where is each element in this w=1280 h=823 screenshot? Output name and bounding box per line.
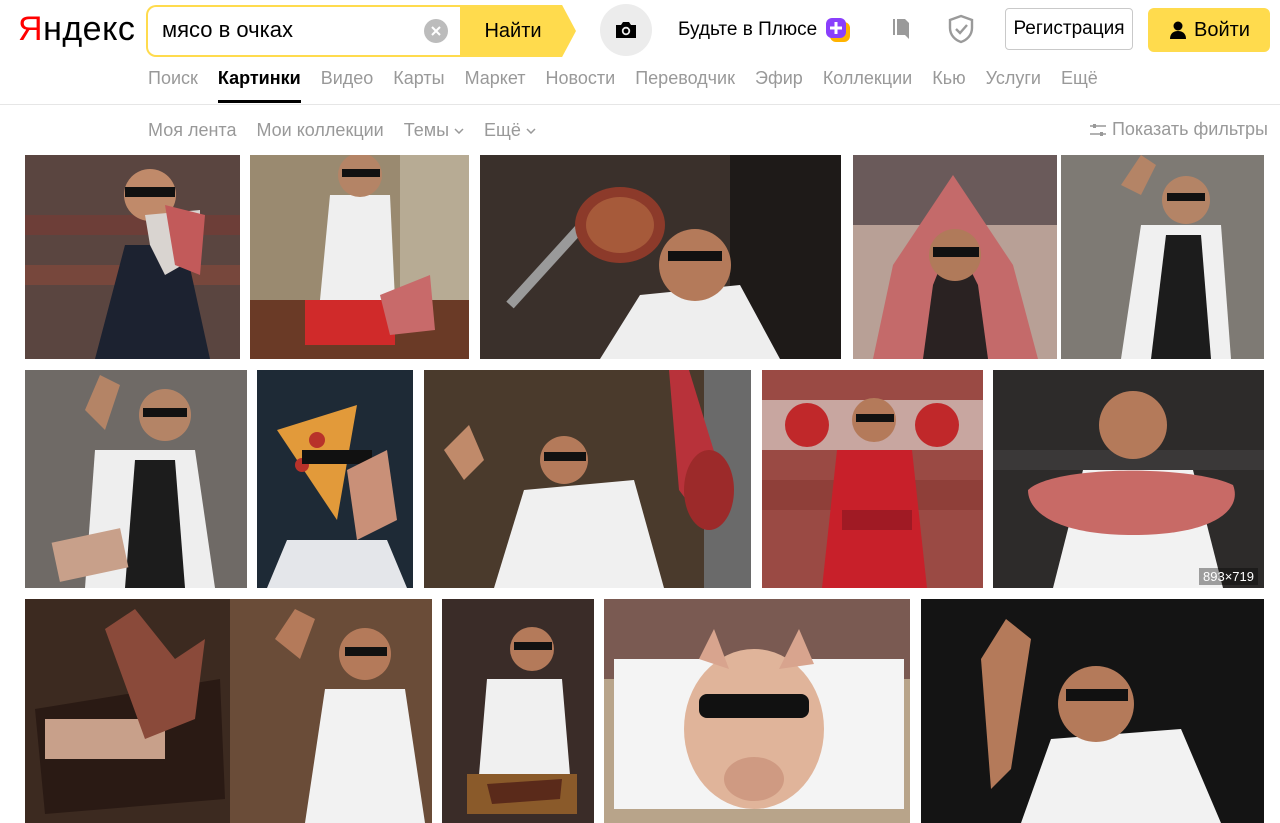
my-collections-link[interactable]: Мои коллекции [256, 120, 383, 141]
plus-label: Будьте в Плюсе [678, 19, 818, 40]
themes-dropdown[interactable]: Темы [404, 120, 464, 141]
clear-icon[interactable] [424, 19, 448, 43]
more-label: Ещё [484, 120, 521, 140]
tab-q[interactable]: Кью [932, 68, 965, 104]
tab-more[interactable]: Ещё [1061, 68, 1098, 104]
shield-icon[interactable] [946, 14, 976, 44]
search-input[interactable] [162, 15, 412, 45]
image-thumb-12[interactable] [442, 599, 594, 823]
image-thumb-1[interactable] [25, 155, 240, 359]
image-thumb-14[interactable] [921, 599, 1264, 823]
images-subnav: Моя лента Мои коллекции Темы Ещё [148, 120, 536, 141]
login-button[interactable]: Войти [1148, 8, 1270, 52]
service-tabs: Поиск Картинки Видео Карты Маркет Новост… [148, 68, 1098, 104]
tab-collections[interactable]: Коллекции [823, 68, 912, 104]
user-icon [1170, 21, 1187, 39]
tab-news[interactable]: Новости [546, 68, 616, 104]
chevron-down-icon [454, 127, 464, 134]
filters-label: Показать фильтры [1111, 119, 1268, 139]
search-form: Найти [146, 5, 576, 57]
header-divider [0, 104, 1280, 105]
plus-badge-icon [825, 17, 851, 43]
image-thumb-9[interactable] [762, 370, 983, 588]
login-label: Войти [1194, 18, 1250, 41]
show-filters-button[interactable]: Показать фильтры [1089, 119, 1268, 140]
image-thumb-10[interactable]: 893×719 [993, 370, 1264, 588]
themes-label: Темы [403, 120, 450, 140]
my-feed-link[interactable]: Моя лента [148, 120, 236, 141]
image-thumb-2[interactable] [250, 155, 469, 359]
search-box [146, 5, 460, 57]
logo-text: ндекс [43, 9, 136, 48]
tab-video[interactable]: Видео [321, 68, 374, 104]
image-thumb-3[interactable] [480, 155, 841, 359]
image-size-label: 893×719 [1199, 568, 1258, 585]
image-thumb-11[interactable] [25, 599, 432, 823]
register-button[interactable]: Регистрация [1005, 8, 1133, 50]
filter-sliders-icon [1089, 123, 1106, 136]
tab-market[interactable]: Маркет [465, 68, 526, 104]
chevron-down-icon [526, 127, 536, 134]
image-thumb-4[interactable] [853, 155, 1057, 359]
tab-images[interactable]: Картинки [217, 68, 301, 104]
more-dropdown[interactable]: Ещё [484, 120, 536, 141]
camera-icon[interactable] [600, 4, 652, 56]
yandex-logo[interactable]: Яндекс [18, 6, 135, 52]
tab-services[interactable]: Услуги [986, 68, 1041, 104]
image-thumb-8[interactable] [424, 370, 751, 588]
tab-maps[interactable]: Карты [393, 68, 444, 104]
image-thumb-5[interactable] [1061, 155, 1264, 359]
tab-translator[interactable]: Переводчик [635, 68, 735, 104]
collections-flag-icon[interactable] [886, 14, 916, 44]
tab-search[interactable]: Поиск [148, 68, 198, 104]
search-button[interactable]: Найти [460, 5, 576, 57]
image-thumb-7[interactable] [257, 370, 413, 588]
image-thumb-13[interactable] [604, 599, 910, 823]
logo-letter: Я [18, 9, 44, 48]
tab-efir[interactable]: Эфир [755, 68, 803, 104]
plus-promo-link[interactable]: Будьте в Плюсе [678, 17, 851, 43]
image-thumb-6[interactable] [25, 370, 247, 588]
